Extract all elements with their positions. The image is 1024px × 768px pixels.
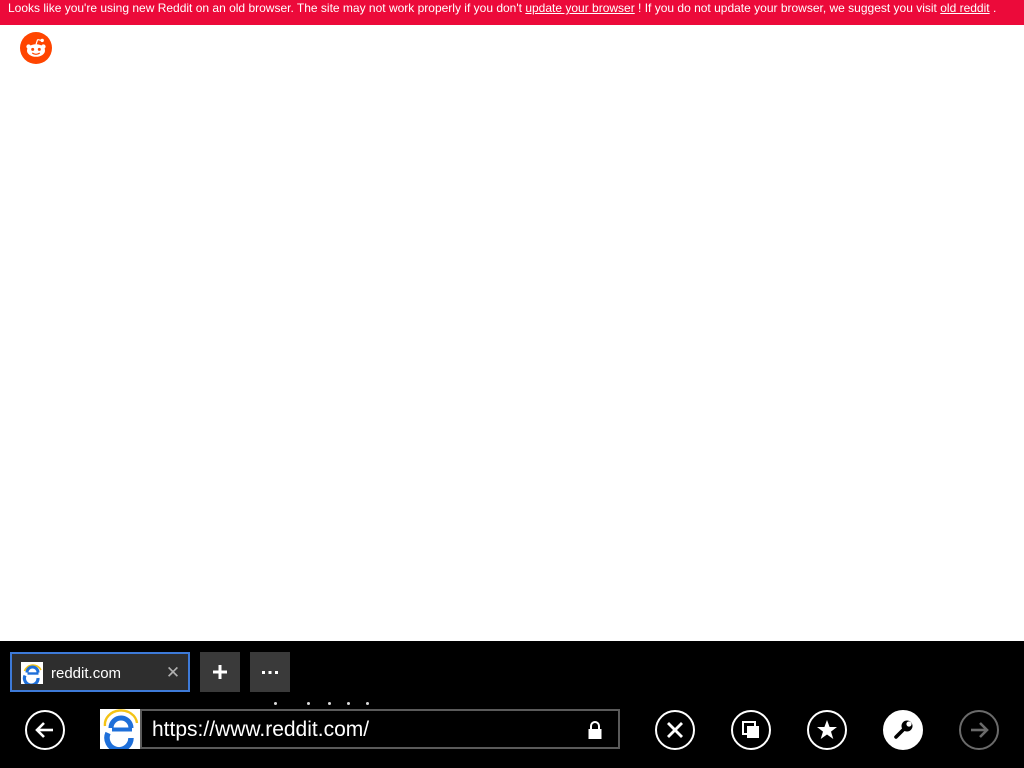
page-dot: [366, 702, 369, 705]
banner-text-after: .: [989, 1, 997, 15]
page-dot: [274, 702, 277, 705]
old-reddit-link[interactable]: old reddit: [940, 1, 989, 15]
url-input[interactable]: https://www.reddit.com/: [140, 709, 620, 749]
page-indicator-dots: [274, 702, 374, 706]
page-tools-button[interactable]: [883, 710, 923, 750]
new-tab-button[interactable]: [200, 652, 240, 692]
tabs-icon: [742, 721, 759, 738]
back-button[interactable]: [25, 710, 65, 750]
plus-icon: [213, 665, 227, 679]
browser-window: Looks like you're using new Reddit on an…: [0, 0, 1024, 768]
forward-arrow-icon: [971, 722, 989, 738]
tab-title: reddit.com: [51, 665, 122, 682]
page-dot: [328, 702, 331, 705]
tab-options-button[interactable]: [250, 652, 290, 692]
stop-x-icon: [667, 722, 683, 738]
back-arrow-icon: [35, 722, 53, 738]
old-browser-banner: Looks like you're using new Reddit on an…: [0, 0, 1024, 25]
reddit-logo-icon[interactable]: [20, 32, 52, 64]
update-browser-link[interactable]: update your browser: [525, 1, 634, 15]
page-dot: [347, 702, 350, 705]
page-content-area: [0, 25, 1024, 641]
banner-text-before: Looks like you're using new Reddit on an…: [8, 1, 526, 15]
ie-icon: [21, 662, 43, 687]
forward-button: [959, 710, 999, 750]
page-dot: [307, 702, 310, 705]
tabs-view-button[interactable]: [731, 710, 771, 750]
tab-close-icon[interactable]: ✕: [164, 663, 182, 683]
banner-text-middle: ! If you do not update your browser, we …: [634, 1, 941, 15]
url-text: https://www.reddit.com/: [152, 718, 370, 741]
ellipsis-icon: [262, 671, 278, 674]
browser-app-bar: reddit.com ✕ https://www.reddit.com/: [0, 641, 1024, 768]
lock-icon[interactable]: [586, 720, 604, 740]
stop-button[interactable]: [655, 710, 695, 750]
tab-reddit[interactable]: reddit.com ✕: [10, 652, 190, 692]
favorites-button[interactable]: [807, 710, 847, 750]
star-icon: [817, 720, 837, 739]
ie-icon: [100, 709, 140, 753]
address-bar[interactable]: https://www.reddit.com/: [100, 709, 620, 753]
wrench-icon: [894, 720, 913, 739]
